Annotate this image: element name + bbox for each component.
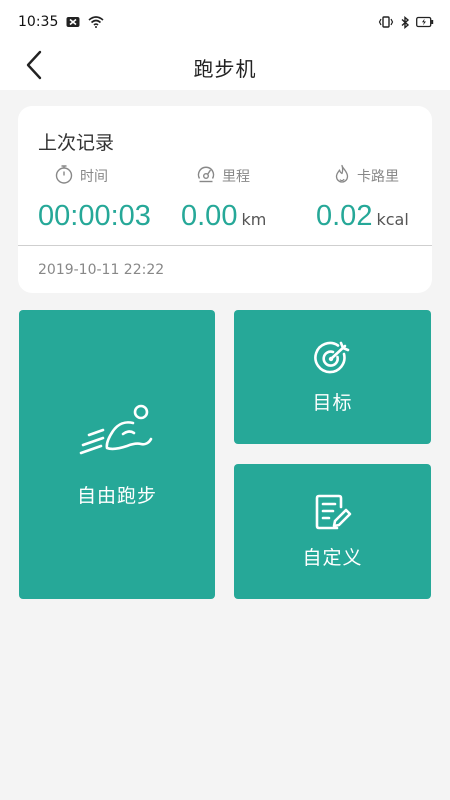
metric-label: 时间 [80, 169, 108, 185]
metric-unit: km [241, 210, 267, 229]
metric-label-row: 时间 [54, 164, 151, 188]
target-label: 目标 [312, 391, 353, 414]
last-record-card: 上次记录 时间 00:00:03 里程 0.00 km 卡路里 0.02 kca… [18, 106, 432, 293]
status-bar: 10:35 [0, 0, 450, 44]
metric-value-row: 0.00 km [181, 200, 266, 233]
status-left: 10:35 [18, 14, 104, 30]
card-title: 上次记录 [38, 132, 115, 154]
metric-value: 00:00:03 [38, 200, 151, 232]
metric-value-row: 0.02 kcal [316, 200, 409, 233]
vibrate-icon [378, 16, 394, 28]
target-button[interactable]: 目标 [234, 310, 431, 444]
divider [18, 245, 432, 246]
wifi-icon [88, 16, 104, 28]
battery-icon [416, 16, 434, 28]
status-time: 10:35 [18, 14, 59, 30]
metric-label-row: 卡路里 [333, 164, 409, 188]
target-icon [313, 340, 352, 382]
metric-label: 里程 [222, 169, 250, 185]
bluetooth-icon [400, 15, 410, 29]
free-run-button[interactable]: 自由跑步 [19, 310, 215, 599]
metric-value: 0.00 [181, 200, 238, 232]
metric-distance: 里程 0.00 km [181, 164, 266, 233]
stopwatch-icon [54, 164, 74, 188]
record-date: 2019-10-11 22:22 [38, 262, 165, 278]
chevron-left-icon [25, 50, 43, 84]
metric-value: 0.02 [316, 200, 373, 232]
sim-card-blocked-icon [66, 16, 80, 28]
custom-button[interactable]: 自定义 [234, 464, 431, 599]
metric-value-row: 00:00:03 [38, 200, 151, 233]
edit-document-icon [313, 493, 353, 537]
custom-label: 自定义 [302, 547, 363, 569]
metric-calories: 卡路里 0.02 kcal [316, 164, 409, 233]
back-button[interactable] [16, 48, 52, 86]
metric-unit: kcal [376, 210, 409, 229]
metric-time: 时间 00:00:03 [38, 164, 151, 233]
status-right [378, 15, 434, 29]
distance-icon [196, 164, 216, 188]
metric-label: 卡路里 [357, 169, 399, 185]
metric-label-row: 里程 [196, 164, 266, 188]
free-run-label: 自由跑步 [76, 485, 157, 507]
app-bar: 跑步机 [0, 44, 450, 90]
page-title: 跑步机 [193, 56, 257, 81]
runner-icon [77, 401, 157, 465]
flame-icon [333, 164, 351, 188]
